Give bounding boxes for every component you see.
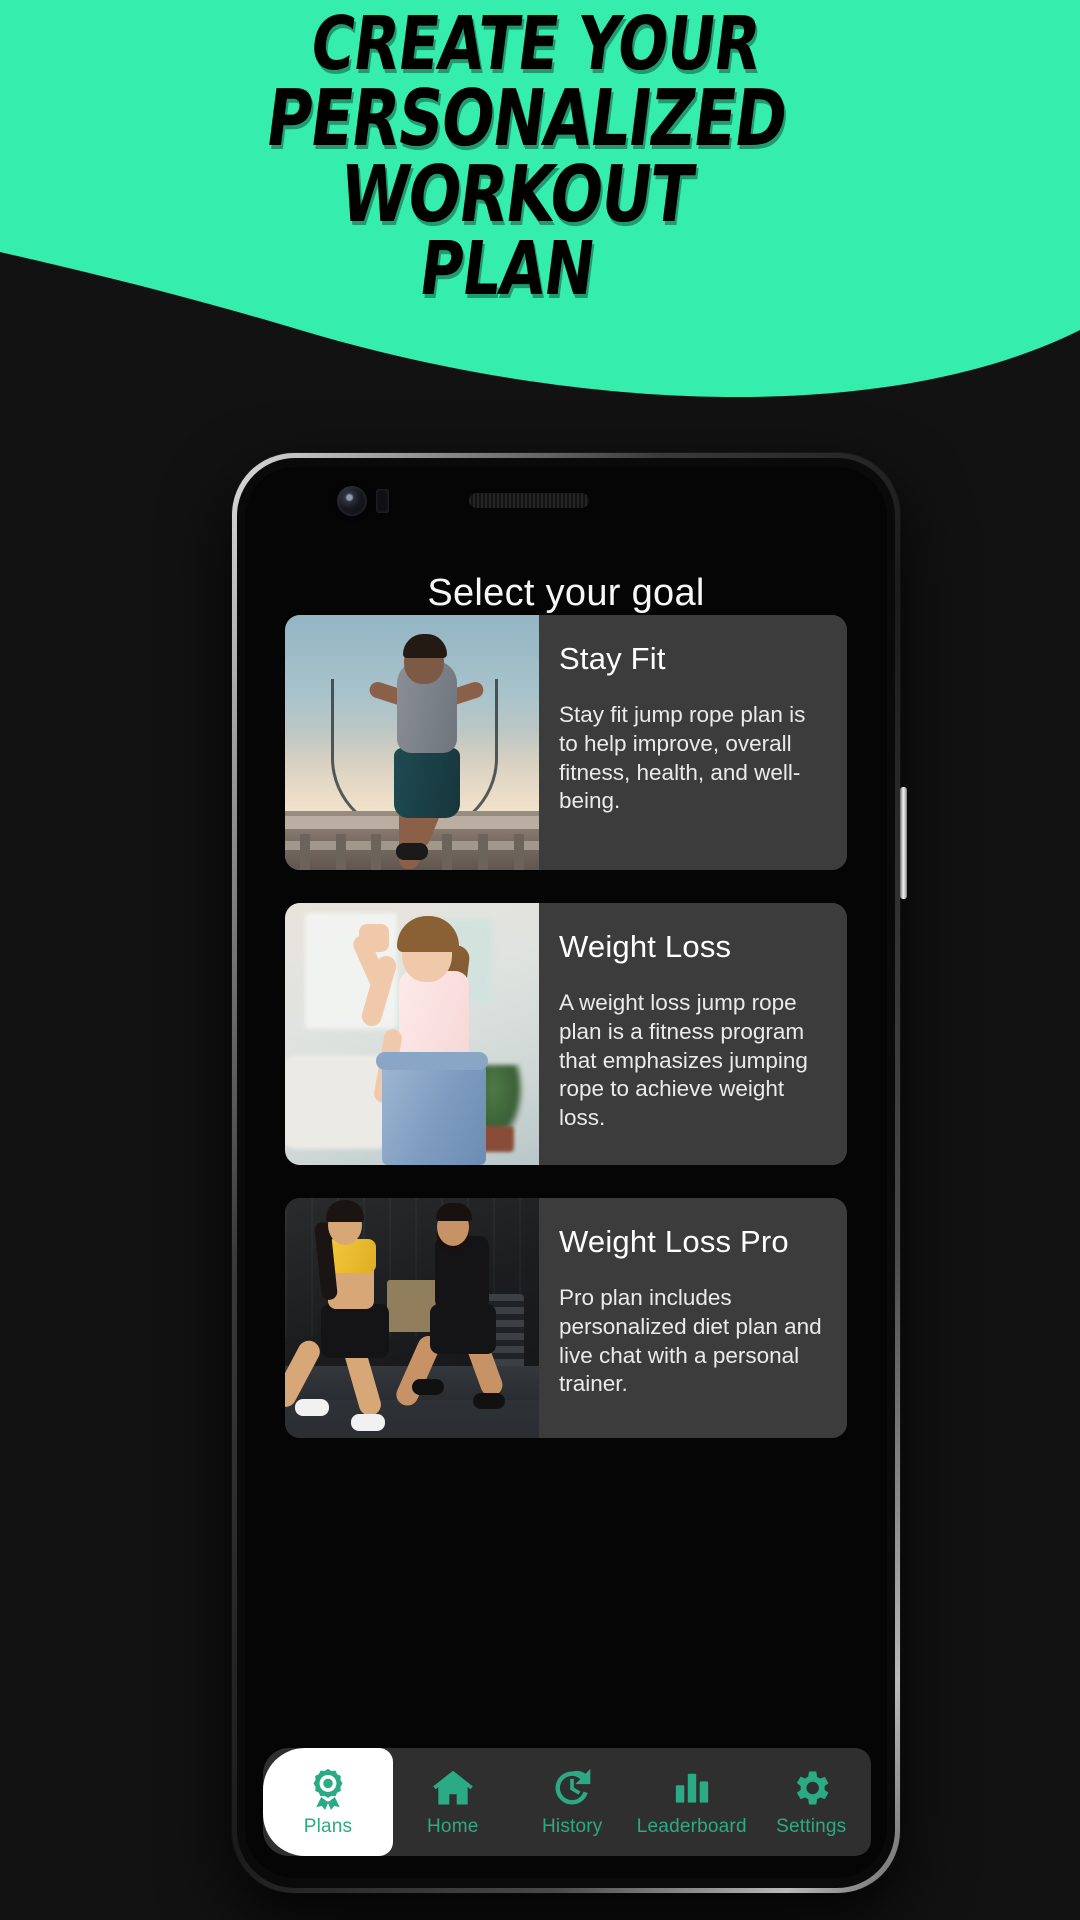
page-title: Select your goal bbox=[427, 572, 705, 614]
goal-card-title: Weight Loss Pro bbox=[559, 1224, 789, 1259]
app-ui: Select your goal Stay Fit Stay fit jump … bbox=[245, 467, 887, 1878]
headline-line-3: PLAN bbox=[414, 226, 599, 313]
power-button[interactable] bbox=[900, 787, 907, 899]
nav-label: Settings bbox=[776, 1816, 847, 1837]
goal-card-description: Pro plan includes personalized diet plan… bbox=[559, 1285, 822, 1397]
headline-line-2: PERSONALIZED WORKOUT bbox=[261, 73, 791, 240]
promo-headline: CREATE YOUR PERSONALIZED WORKOUT PLAN bbox=[70, 1, 972, 313]
promo-screenshot: CREATE YOUR PERSONALIZED WORKOUT PLAN Se… bbox=[0, 0, 1080, 1920]
goal-card-description: Stay fit jump rope plan is to help impro… bbox=[559, 702, 806, 814]
nav-item-history[interactable]: History bbox=[513, 1748, 633, 1856]
goal-card-image bbox=[285, 615, 539, 870]
nav-label: Home bbox=[427, 1816, 479, 1837]
phone-top-hardware bbox=[245, 467, 887, 533]
goal-card-title: Stay Fit bbox=[559, 641, 666, 676]
nav-label: Plans bbox=[303, 1816, 353, 1837]
nav-item-plans[interactable]: Plans bbox=[263, 1748, 393, 1856]
earpiece-speaker-icon bbox=[469, 493, 589, 508]
gear-icon bbox=[789, 1766, 833, 1810]
home-icon bbox=[431, 1766, 475, 1810]
nav-item-home[interactable]: Home bbox=[393, 1748, 513, 1856]
headline-line-1: CREATE YOUR bbox=[305, 1, 765, 87]
bar-chart-icon bbox=[670, 1766, 714, 1810]
goal-card-stay-fit[interactable]: Stay Fit Stay fit jump rope plan is to h… bbox=[285, 615, 847, 870]
goal-card-title: Weight Loss bbox=[559, 929, 732, 964]
nav-label: History bbox=[541, 1816, 603, 1837]
goal-card-text: Stay Fit Stay fit jump rope plan is to h… bbox=[539, 615, 847, 870]
goal-card-description: A weight loss jump rope plan is a fitnes… bbox=[559, 990, 808, 1131]
bottom-navigation-bar: Plans Home History Leaderboard Settings bbox=[263, 1748, 871, 1856]
history-clock-icon bbox=[550, 1766, 594, 1810]
phone-screen: Select your goal Stay Fit Stay fit jump … bbox=[245, 467, 887, 1878]
goal-card-text: Weight Loss A weight loss jump rope plan… bbox=[539, 903, 847, 1165]
nav-label: Leaderboard bbox=[636, 1816, 747, 1837]
phone-mockup: Select your goal Stay Fit Stay fit jump … bbox=[232, 453, 907, 1893]
proximity-sensor-icon bbox=[376, 489, 389, 513]
goal-card-text: Weight Loss Pro Pro plan includes person… bbox=[539, 1198, 847, 1438]
goal-card-weight-loss-pro[interactable]: Weight Loss Pro Pro plan includes person… bbox=[285, 1198, 847, 1438]
phone-bezel: Select your goal Stay Fit Stay fit jump … bbox=[237, 458, 895, 1888]
goal-card-image bbox=[285, 1198, 539, 1438]
goal-card-image bbox=[285, 903, 539, 1165]
award-medal-icon bbox=[306, 1766, 350, 1810]
front-camera-icon bbox=[337, 486, 367, 516]
nav-item-leaderboard[interactable]: Leaderboard bbox=[632, 1748, 752, 1856]
goal-card-weight-loss[interactable]: Weight Loss A weight loss jump rope plan… bbox=[285, 903, 847, 1165]
nav-item-settings[interactable]: Settings bbox=[752, 1748, 872, 1856]
